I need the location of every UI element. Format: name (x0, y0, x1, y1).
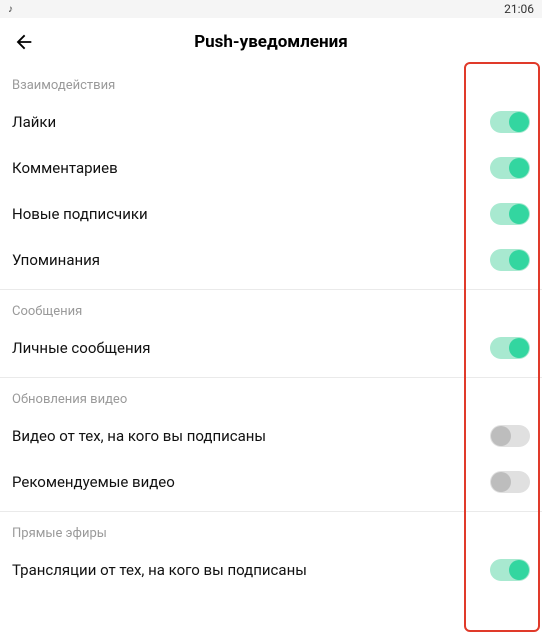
label-mentions: Упоминания (12, 251, 100, 269)
toggle-knob (491, 426, 511, 446)
settings-content: Взаимодействия Лайки Комментариев Новые … (0, 64, 542, 593)
toggle-knob (509, 112, 529, 132)
toggle-mentions[interactable] (490, 249, 530, 271)
row-comments: Комментариев (0, 145, 542, 191)
row-followers: Новые подписчики (0, 191, 542, 237)
toggle-recommended-video[interactable] (490, 471, 530, 493)
toggle-knob (509, 158, 529, 178)
label-dm: Личные сообщения (12, 339, 151, 357)
section-interactions-header: Взаимодействия (0, 64, 542, 99)
toggle-likes[interactable] (490, 111, 530, 133)
header: Push-уведомления (0, 18, 542, 64)
section-messages-header: Сообщения (0, 290, 542, 325)
section-live-header: Прямые эфиры (0, 512, 542, 547)
toggle-knob (509, 250, 529, 270)
row-recommended-video: Рекомендуемые видео (0, 459, 542, 505)
row-following-video: Видео от тех, на кого вы подписаны (0, 413, 542, 459)
toggle-dm[interactable] (490, 337, 530, 359)
row-dm: Личные сообщения (0, 325, 542, 371)
toggle-followers[interactable] (490, 203, 530, 225)
toggle-broadcasts[interactable] (490, 559, 530, 581)
label-followers: Новые подписчики (12, 205, 148, 223)
row-broadcasts: Трансляции от тех, на кого вы подписаны (0, 547, 542, 593)
page-title: Push-уведомления (194, 32, 348, 52)
status-time: 21:06 (504, 2, 534, 16)
music-note-icon: ♪ (8, 4, 13, 15)
toggle-knob (491, 472, 511, 492)
label-recommended-video: Рекомендуемые видео (12, 473, 175, 491)
toggle-comments[interactable] (490, 157, 530, 179)
section-video-header: Обновления видео (0, 378, 542, 413)
toggle-knob (509, 204, 529, 224)
row-likes: Лайки (0, 99, 542, 145)
status-bar: ♪ 21:06 (0, 0, 542, 18)
arrow-left-icon (13, 31, 35, 53)
back-button[interactable] (12, 30, 36, 54)
toggle-knob (509, 560, 529, 580)
label-broadcasts: Трансляции от тех, на кого вы подписаны (12, 561, 307, 579)
row-mentions: Упоминания (0, 237, 542, 283)
label-comments: Комментариев (12, 159, 118, 177)
label-following-video: Видео от тех, на кого вы подписаны (12, 427, 266, 445)
toggle-following-video[interactable] (490, 425, 530, 447)
label-likes: Лайки (12, 113, 56, 131)
toggle-knob (509, 338, 529, 358)
